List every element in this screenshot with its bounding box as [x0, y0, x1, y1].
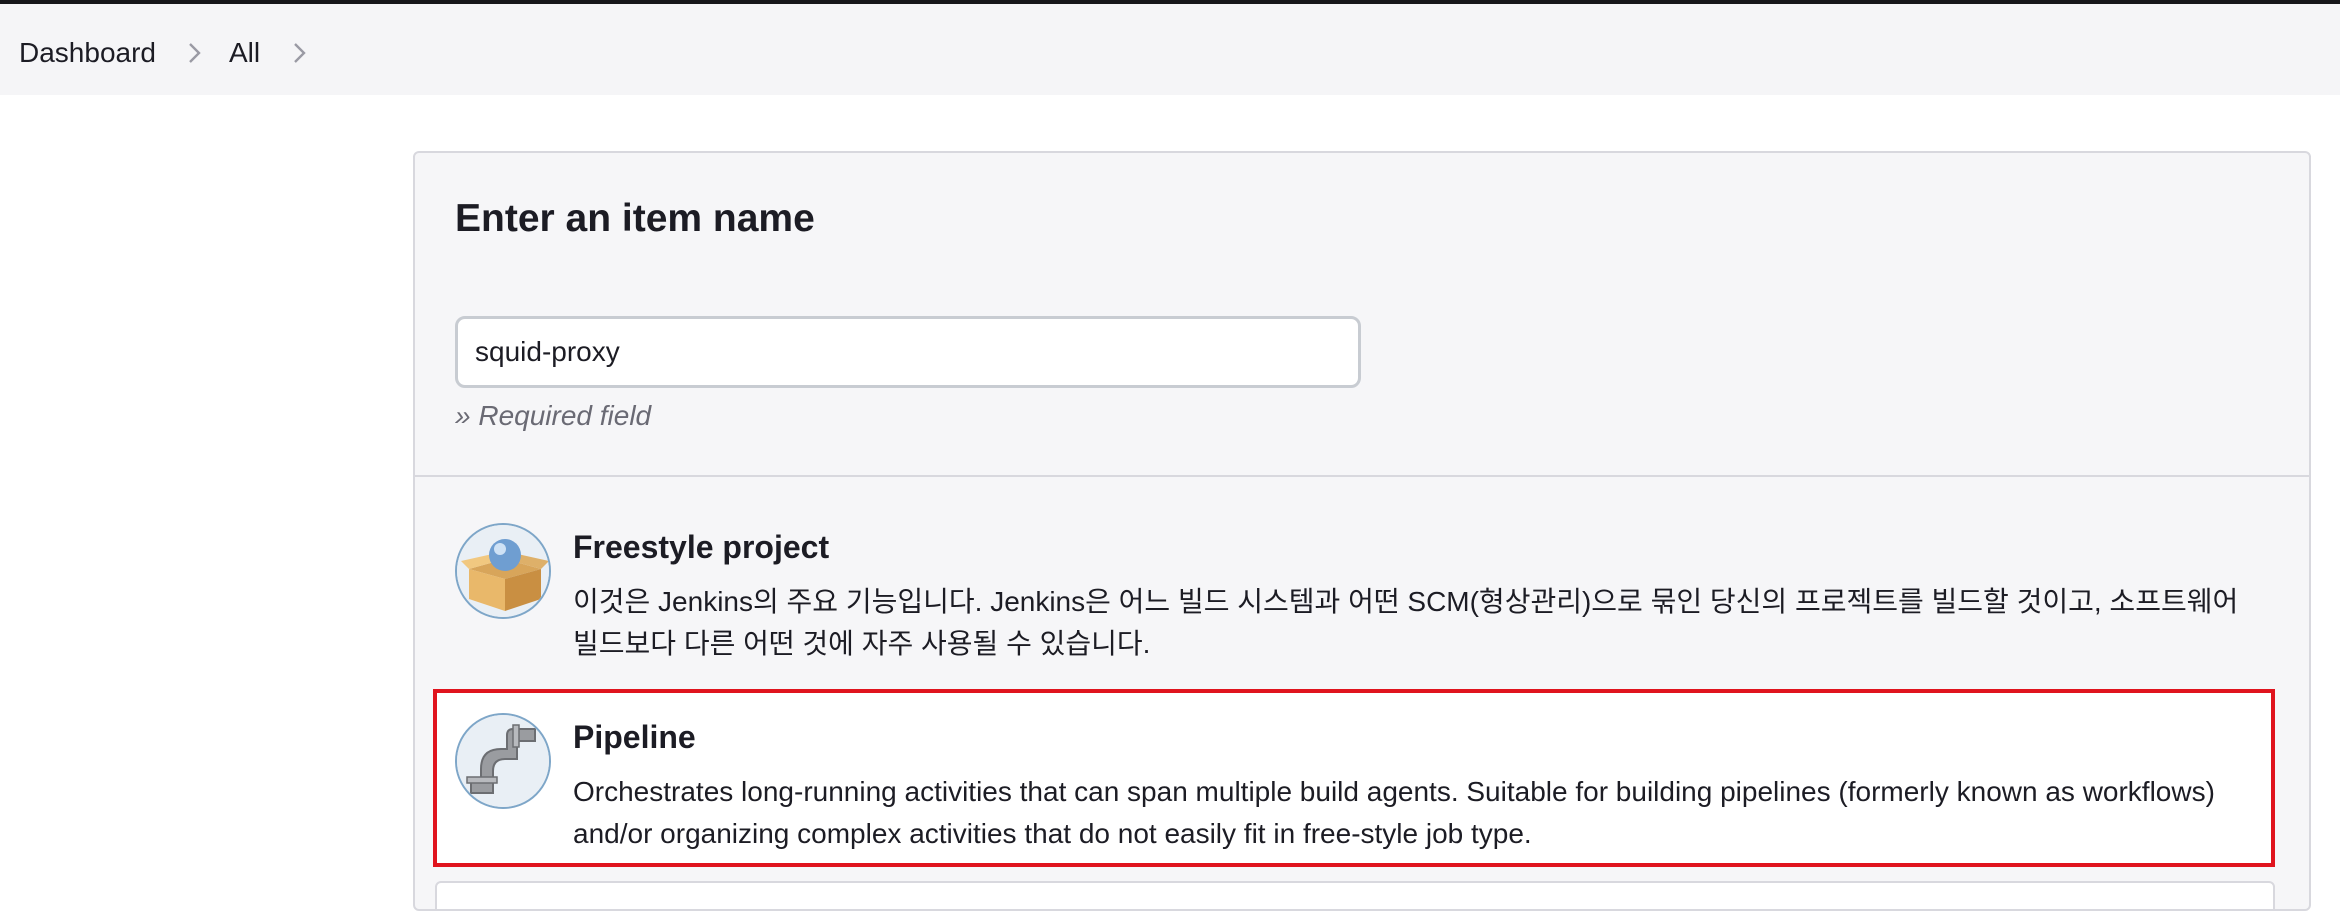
item-title: Pipeline	[573, 719, 696, 755]
breadcrumb-item-dashboard[interactable]: Dashboard	[19, 33, 156, 73]
item-description: 이것은 Jenkins의 주요 기능입니다. Jenkins은 어느 빌드 시스…	[573, 586, 2239, 659]
page-title: Enter an item name	[455, 197, 815, 240]
item-type-next[interactable]	[435, 881, 2275, 909]
item-type-freestyle[interactable]: Freestyle project 이것은 Jenkins의 주요 기능입니다.…	[455, 523, 2275, 673]
chevron-right-icon[interactable]	[285, 39, 313, 67]
item-name-input[interactable]	[455, 316, 1361, 388]
freestyle-box-icon	[455, 523, 551, 619]
divider	[415, 475, 2309, 477]
required-field-hint: » Required field	[455, 400, 652, 431]
new-item-panel: Enter an item name » Required field Free…	[413, 151, 2311, 911]
item-description: Orchestrates long-running activities tha…	[573, 776, 2215, 849]
item-title: Freestyle project	[573, 529, 830, 565]
pipeline-pipe-icon	[455, 713, 551, 809]
breadcrumb: Dashboard All	[0, 4, 2340, 95]
chevron-right-icon	[180, 39, 208, 67]
item-type-pipeline[interactable]: Pipeline Orchestrates long-running activ…	[433, 689, 2275, 867]
breadcrumb-item-all[interactable]: All	[229, 33, 260, 73]
